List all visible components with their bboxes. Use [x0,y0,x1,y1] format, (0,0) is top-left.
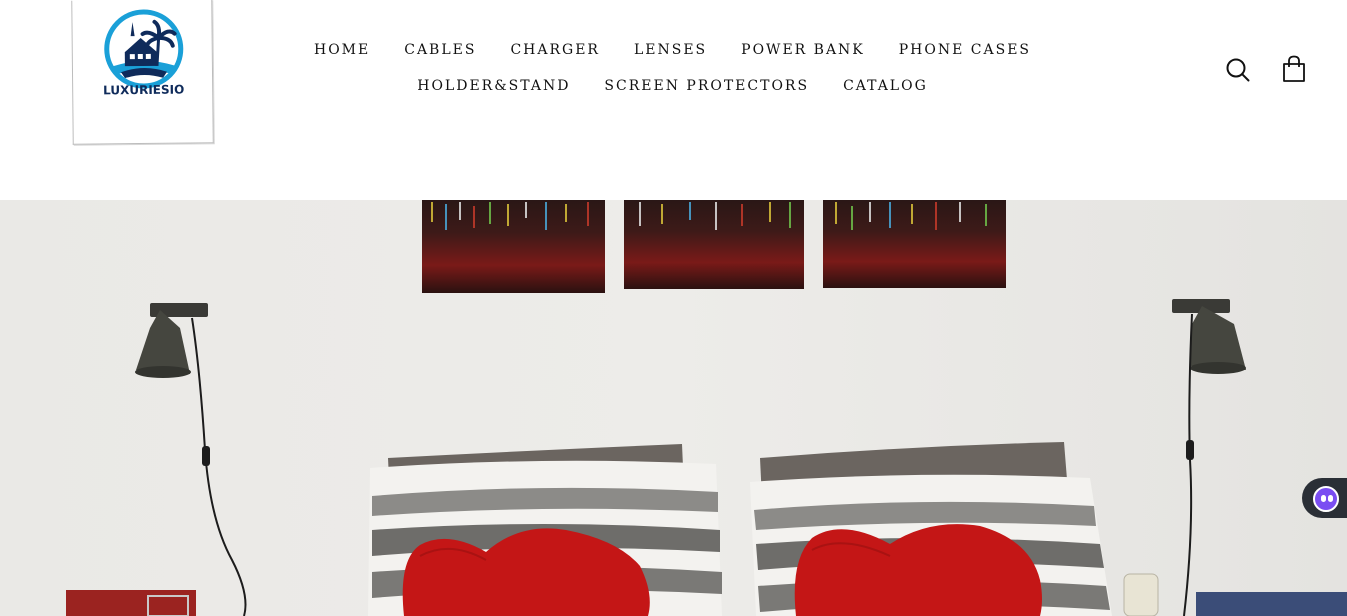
chat-eye-left [1321,495,1326,502]
nav-phone-cases[interactable]: PHONE CASES [882,38,1048,64]
site-header: LUXURIESIO HOME CABLES CHARGER LENSES PO… [0,0,1347,200]
hero-banner-image [0,200,1347,616]
nav-home[interactable]: HOME [297,38,387,64]
cart-button[interactable] [1281,55,1307,83]
brand-name: LUXURIESIO [103,82,185,98]
main-navigation: HOME CABLES CHARGER LENSES POWER BANK PH… [314,38,1029,100]
nav-cables[interactable]: CABLES [387,38,493,64]
nav-screen-protectors[interactable]: SCREEN PROTECTORS [587,74,826,100]
wall-paintings [422,200,1006,293]
nav-row-secondary: HOLDER&STAND SCREEN PROTECTORS CATALOG [320,74,1025,100]
nav-power-bank[interactable]: POWER BANK [724,38,882,64]
chat-widget-button[interactable] [1302,478,1347,518]
search-icon [1226,58,1250,82]
nav-charger[interactable]: CHARGER [493,38,617,64]
nav-lenses[interactable]: LENSES [617,38,724,64]
chatbot-face-icon [1313,486,1339,512]
search-button[interactable] [1225,56,1251,84]
house-palm-logo-icon [104,9,184,89]
nav-catalog[interactable]: CATALOG [826,74,945,100]
bedroom-scene-image [0,200,1347,616]
brand-logo[interactable]: LUXURIESIO [71,0,214,145]
heart-pillow-right [794,524,1042,616]
cart-icon [1283,55,1305,82]
chat-eye-right [1328,495,1333,502]
nav-holder-stand[interactable]: HOLDER&STAND [400,74,587,100]
nav-row-primary: HOME CABLES CHARGER LENSES POWER BANK PH… [314,38,1029,64]
